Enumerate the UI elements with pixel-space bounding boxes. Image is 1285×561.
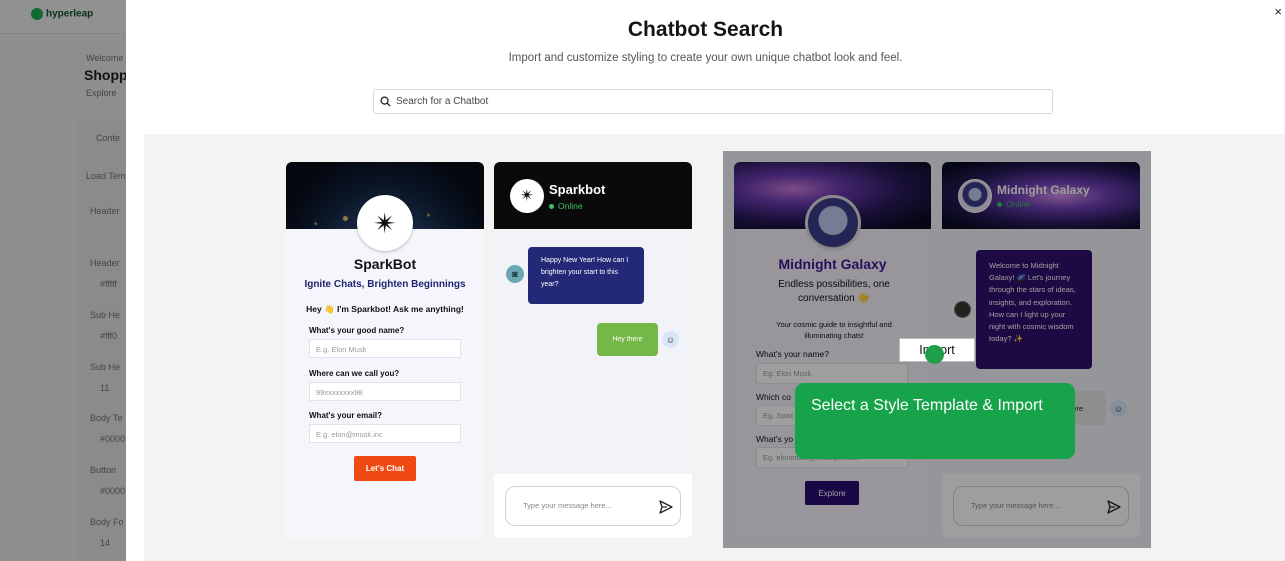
modal-title: Chatbot Search (627, 18, 784, 41)
bot-message-bubble: Happy New Year! How can I brighten your … (528, 247, 644, 304)
sparkle-icon: ✴ (510, 179, 544, 213)
online-status-label: Online (558, 201, 583, 211)
sparkbot-chat-card[interactable]: ✴ Sparkbot Online ◙ Happy New Year! How … (494, 162, 692, 538)
message-placeholder: Type your message here... (523, 501, 612, 510)
user-avatar-icon: ☺ (662, 331, 679, 348)
bot-greeting: Hey 👋 I'm Sparkbot! Ask me anything! (306, 304, 464, 314)
chatbot-search-modal: × Chatbot Search Import and customize st… (126, 0, 1285, 561)
modal-subtitle: Import and customize styling to create y… (508, 52, 903, 64)
send-icon[interactable] (658, 499, 674, 515)
chat-footer: Type your message here... (494, 474, 692, 538)
online-status: Online (549, 201, 583, 211)
bot-name: SparkBot (353, 256, 417, 272)
onboarding-tooltip: Select a Style Template & Import (795, 383, 1075, 459)
search-bar[interactable] (373, 89, 1053, 114)
tour-pointer-dot (925, 345, 944, 364)
bot-tagline: Ignite Chats, Brighten Beginnings (304, 279, 466, 290)
lets-chat-button[interactable]: Let's Chat (354, 456, 416, 481)
chat-header-name: Sparkbot (549, 182, 606, 197)
search-icon (380, 96, 391, 107)
email-field[interactable]: E.g. elon@musk.inc (309, 424, 461, 443)
search-input[interactable] (396, 96, 1036, 107)
sparkbot-form-card[interactable]: ✴ SparkBot Ignite Chats, Brighten Beginn… (286, 162, 484, 538)
chat-header: ✴ Sparkbot Online (494, 162, 692, 229)
sparkle-icon: ✴ (357, 195, 413, 251)
close-icon[interactable]: × (1274, 4, 1282, 19)
field-label-email: What's your email? (309, 411, 383, 420)
name-field[interactable]: E.g. Elon Musk (309, 339, 461, 358)
field-label-phone: Where can we call you? (309, 369, 400, 378)
field-label-name: What's your good name? (309, 326, 405, 335)
phone-field[interactable]: 99xxxxxxxx98 (309, 382, 461, 401)
user-message-bubble: Hey there (597, 323, 658, 356)
bot-avatar-icon: ◙ (506, 265, 524, 283)
message-input[interactable]: Type your message here... (505, 486, 681, 526)
